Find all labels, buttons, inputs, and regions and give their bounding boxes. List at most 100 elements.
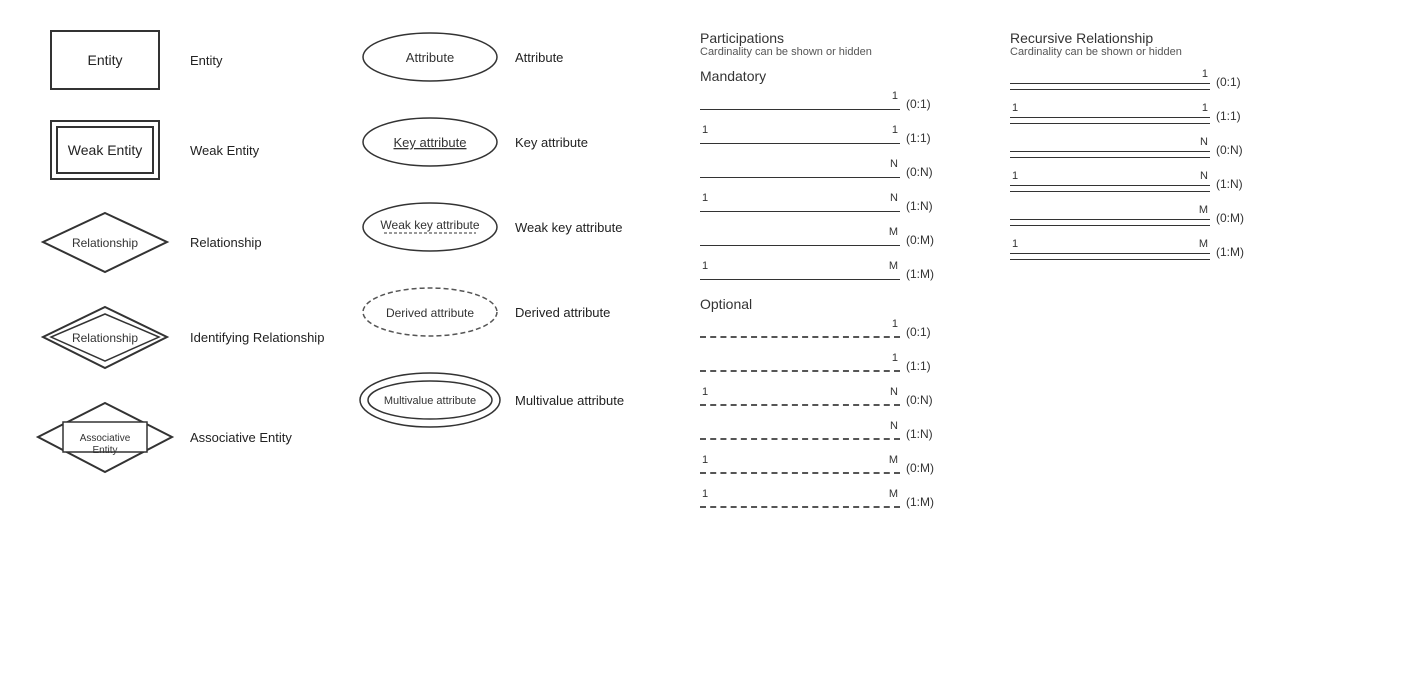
cardinality-0-n: (0:N) xyxy=(906,393,933,407)
attribute-shape-cell: Attribute xyxy=(355,30,505,85)
optional-group: Optional 1 (0:1) 1 (1:1) xyxy=(700,296,980,516)
entity-shape-label: Entity xyxy=(87,52,122,68)
svg-text:Multivalue attribute: Multivalue attribute xyxy=(383,395,475,407)
dashed-line xyxy=(700,438,900,440)
svg-text:Associative: Associative xyxy=(80,433,131,444)
key-attribute-svg: Key attribute xyxy=(360,115,500,170)
double-line-bottom xyxy=(1010,225,1210,227)
num-left-1: 1 xyxy=(702,386,708,398)
weak-key-attribute-svg: Weak key attribute xyxy=(360,200,500,255)
double-line-top xyxy=(1010,117,1210,119)
num-right-1: 1 xyxy=(892,124,898,136)
right-shapes-col: Attribute Attribute Key attribute Key at… xyxy=(355,30,680,505)
cardinality-0-m: (0:M) xyxy=(1216,211,1244,225)
entity-shape: Entity xyxy=(50,30,160,90)
recursive-line-0-1: 1 xyxy=(1010,68,1210,96)
solid-line xyxy=(700,109,900,111)
solid-line xyxy=(700,279,900,281)
entity-row: Entity Entity xyxy=(30,30,355,90)
solid-line xyxy=(700,211,900,213)
cardinality-1-1: (1:1) xyxy=(906,359,931,373)
cardinality-0-n: (0:N) xyxy=(906,165,933,179)
num-left-1: 1 xyxy=(702,260,708,272)
identifying-relationship-shape-cell: Relationship xyxy=(30,305,180,370)
svg-text:Relationship: Relationship xyxy=(72,236,138,250)
double-line-top xyxy=(1010,151,1210,153)
double-line-bottom xyxy=(1010,259,1210,261)
cardinality-1-n: (1:N) xyxy=(906,427,933,441)
multivalue-attribute-row: Multivalue attribute Multivalue attribut… xyxy=(355,370,680,430)
derived-attribute-shape-cell: Derived attribute xyxy=(355,285,505,340)
double-line-top xyxy=(1010,83,1210,85)
weak-entity-shape-label: Weak Entity xyxy=(68,142,142,158)
associative-entity-label: Associative Entity xyxy=(190,430,350,445)
associative-entity-row: Associative Entity Associative Entity xyxy=(30,400,355,475)
dashed-line xyxy=(700,404,900,406)
num-right-m: M xyxy=(889,488,898,500)
shapes-panel: Entity Entity Weak Entity Weak Entity xyxy=(10,20,690,534)
attribute-svg: Attribute xyxy=(360,30,500,85)
cardinality-1-1: (1:1) xyxy=(906,131,931,145)
left-shapes-col: Entity Entity Weak Entity Weak Entity xyxy=(30,30,355,505)
cardinality-0-m: (0:M) xyxy=(906,461,934,475)
double-line-top xyxy=(1010,185,1210,187)
recursive-row-1-m: 1 M (1:M) xyxy=(1010,238,1290,266)
participations-header: Participations Cardinality can be shown … xyxy=(700,30,980,58)
identifying-relationship-row: Relationship Identifying Relationship xyxy=(30,305,355,370)
mandatory-row-0-m: M (0:M) xyxy=(700,226,980,254)
mandatory-line-1-1: 1 1 xyxy=(700,124,900,152)
dashed-line xyxy=(700,506,900,508)
optional-line-0-m: 1 M xyxy=(700,454,900,482)
svg-text:Relationship: Relationship xyxy=(72,331,138,345)
num-left-1: 1 xyxy=(1012,102,1018,114)
shapes-top: Entity Entity Weak Entity Weak Entity xyxy=(30,30,680,505)
recursive-line-0-m: M xyxy=(1010,204,1210,232)
num-right-1: 1 xyxy=(892,318,898,330)
mandatory-row-1-1: 1 1 (1:1) xyxy=(700,124,980,152)
cardinality-1-1: (1:1) xyxy=(1216,109,1241,123)
double-line-top xyxy=(1010,253,1210,255)
num-right-1: 1 xyxy=(1202,102,1208,114)
num-right-m: M xyxy=(889,260,898,272)
weak-entity-row: Weak Entity Weak Entity xyxy=(30,120,355,180)
weak-key-attribute-row: Weak key attribute Weak key attribute xyxy=(355,200,680,255)
attribute-label: Attribute xyxy=(515,50,675,65)
mandatory-line-0-m: M xyxy=(700,226,900,254)
weak-entity-shape-cell: Weak Entity xyxy=(30,120,180,180)
double-line-bottom xyxy=(1010,157,1210,159)
optional-row-1-n: N (1:N) xyxy=(700,420,980,448)
multivalue-attribute-shape-cell: Multivalue attribute xyxy=(355,370,505,430)
recursive-header: Recursive Relationship Cardinality can b… xyxy=(1010,30,1290,58)
identifying-diamond-svg: Relationship xyxy=(40,305,170,370)
optional-row-1-m: 1 M (1:M) xyxy=(700,488,980,516)
num-left-1: 1 xyxy=(702,192,708,204)
cardinality-1-m: (1:M) xyxy=(906,267,934,281)
weak-entity-label: Weak Entity xyxy=(190,143,350,158)
relationship-shape: Relationship xyxy=(40,210,170,275)
svg-text:Derived attribute: Derived attribute xyxy=(386,306,474,320)
num-right-1: 1 xyxy=(892,90,898,102)
num-right-1: 1 xyxy=(1202,68,1208,80)
mandatory-label: Mandatory xyxy=(700,68,980,84)
weak-entity-shape: Weak Entity xyxy=(50,120,160,180)
optional-line-0-1: 1 xyxy=(700,318,900,346)
dashed-line xyxy=(700,336,900,338)
optional-row-1-1: 1 (1:1) xyxy=(700,352,980,380)
optional-line-0-n: 1 N xyxy=(700,386,900,414)
recursive-panel: Recursive Relationship Cardinality can b… xyxy=(1010,30,1290,524)
multivalue-attribute-svg: Multivalue attribute xyxy=(358,370,503,430)
num-left-1: 1 xyxy=(1012,238,1018,250)
cardinality-0-1: (0:1) xyxy=(1216,75,1241,89)
cardinality-1-m: (1:M) xyxy=(1216,245,1244,259)
derived-attribute-svg: Derived attribute xyxy=(360,285,500,340)
entity-label: Entity xyxy=(190,53,350,68)
recursive-row-0-n: N (0:N) xyxy=(1010,136,1290,164)
num-left-1: 1 xyxy=(702,454,708,466)
key-attribute-row: Key attribute Key attribute xyxy=(355,115,680,170)
associative-entity-shape: Associative Entity xyxy=(35,400,175,475)
recursive-line-1-m: 1 M xyxy=(1010,238,1210,266)
dashed-line xyxy=(700,472,900,474)
num-right-n: N xyxy=(890,386,898,398)
key-attribute-label: Key attribute xyxy=(515,135,675,150)
solid-line xyxy=(700,177,900,179)
